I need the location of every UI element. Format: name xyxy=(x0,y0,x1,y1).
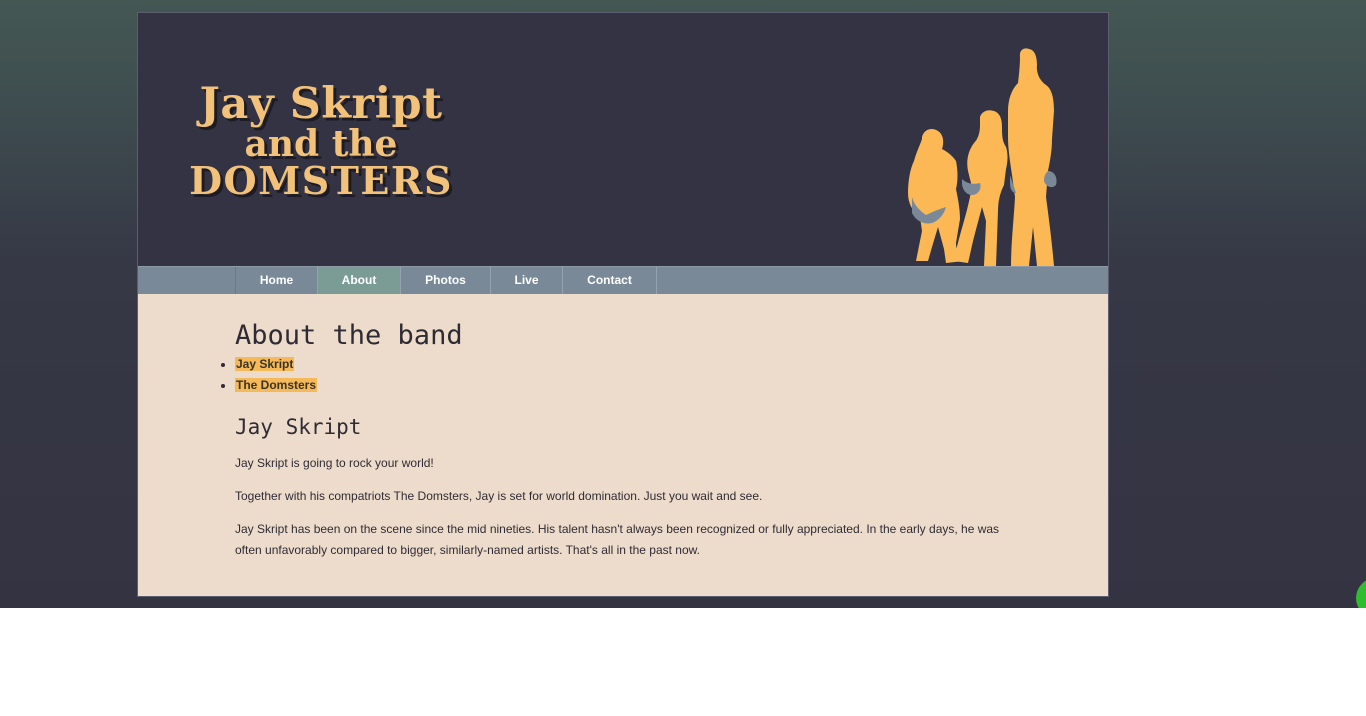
page-title: About the band xyxy=(235,320,463,351)
browser-viewport: Jay Skript and the DOMSTERS Home About P… xyxy=(0,0,1366,608)
nav-item-live[interactable]: Live xyxy=(491,267,563,294)
logo-line-2: and the xyxy=(244,123,398,165)
section-title: Jay Skript xyxy=(235,415,362,439)
page-wrapper: Jay Skript and the DOMSTERS Home About P… xyxy=(137,12,1109,597)
logo-line-3: DOMSTERS xyxy=(189,158,453,203)
toc-item: Jay Skript xyxy=(220,354,317,375)
toc-item: The Domsters xyxy=(220,375,318,396)
logo-line-1: Jay Skript xyxy=(199,79,443,129)
floating-widget-button[interactable] xyxy=(1356,578,1366,608)
nav-item-home[interactable]: Home xyxy=(236,267,318,294)
site-logo[interactable]: Jay Skript and the DOMSTERS xyxy=(176,83,466,200)
nav-item-about[interactable]: About xyxy=(318,267,401,294)
paragraph: Jay Skript has been on the scene since t… xyxy=(235,522,1000,557)
main-navigation: Home About Photos Live Contact xyxy=(138,266,1108,294)
nav-item-contact[interactable]: Contact xyxy=(563,267,657,294)
nav-item-photos[interactable]: Photos xyxy=(401,267,491,294)
about-table-of-contents: Jay Skript The Domsters xyxy=(220,354,318,396)
nav-list: Home About Photos Live Contact xyxy=(235,267,657,294)
site-header: Jay Skript and the DOMSTERS xyxy=(138,13,1108,266)
paragraph: Jay Skript is going to rock your world! xyxy=(235,456,434,470)
paragraph: Together with his compatriots The Domste… xyxy=(235,489,763,503)
toc-link-jay-skript[interactable]: Jay Skript xyxy=(235,357,295,371)
toc-link-the-domsters[interactable]: The Domsters xyxy=(235,378,318,392)
band-silhouette-image xyxy=(908,48,1057,266)
